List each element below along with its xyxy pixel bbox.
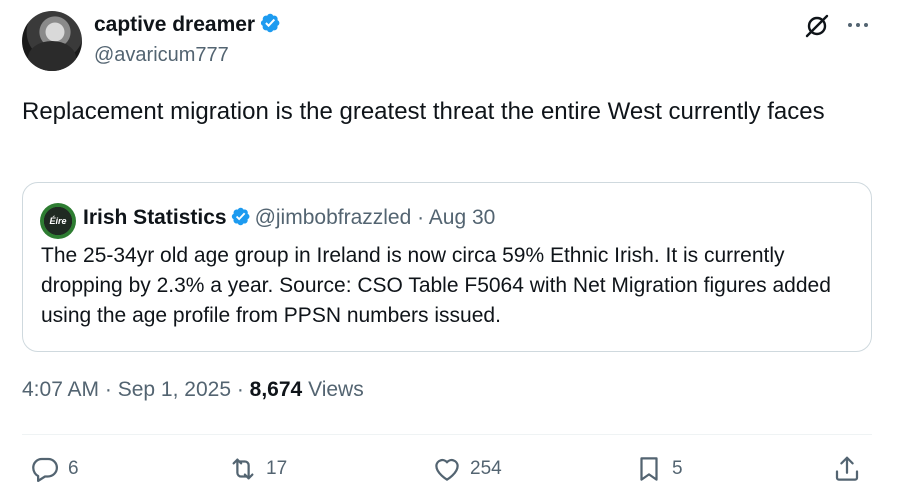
tweet-time[interactable]: 4:07 AM (22, 378, 99, 401)
bookmark-button[interactable]: 5 (634, 452, 683, 486)
quote-handle[interactable]: @jimbobfrazzled (255, 206, 412, 229)
quote-verified-badge-icon (231, 207, 250, 226)
meta-separator-2: · (231, 378, 250, 401)
share-icon (835, 456, 859, 481)
divider (22, 434, 872, 435)
quote-header: Irish Statistics @jimbobfrazzled · Aug 3… (83, 206, 495, 230)
bookmark-count: 5 (672, 458, 683, 479)
reply-icon (32, 457, 58, 482)
tweet-text: Replacement migration is the greatest th… (22, 98, 825, 125)
views-label: Views (308, 378, 364, 401)
author-handle[interactable]: @avaricum777 (94, 44, 229, 67)
quote-date[interactable]: Aug 30 (429, 206, 496, 229)
quote-text: The 25-34yr old age group in Ireland is … (41, 244, 831, 327)
tweet: captive dreamer @avaricum777 Replacement… (0, 0, 902, 500)
more-icon[interactable] (845, 14, 871, 36)
tweet-meta: 4:07 AM · Sep 1, 2025 · 8,674 Views (22, 378, 364, 402)
author-display-name[interactable]: captive dreamer (94, 13, 255, 36)
like-button[interactable]: 254 (432, 452, 502, 486)
meta-separator: · (99, 378, 118, 401)
grok-icon[interactable] (803, 12, 831, 40)
share-button[interactable] (832, 452, 870, 486)
author-avatar[interactable] (22, 11, 82, 71)
like-icon (435, 458, 459, 481)
quoted-tweet[interactable]: Éire Irish Statistics @jimbobfrazzled · … (22, 182, 872, 352)
retweet-button[interactable]: 17 (228, 452, 287, 486)
retweet-icon (232, 458, 254, 480)
reply-button[interactable]: 6 (30, 452, 79, 486)
reply-count: 6 (68, 458, 79, 479)
quote-separator: · (411, 206, 429, 229)
author-display-name-row[interactable]: captive dreamer (94, 12, 281, 37)
tweet-date[interactable]: Sep 1, 2025 (118, 378, 231, 401)
quote-display-name[interactable]: Irish Statistics (83, 206, 227, 229)
like-count: 254 (470, 458, 502, 479)
views-count: 8,674 (249, 378, 303, 401)
bookmark-icon (640, 457, 658, 481)
quote-avatar[interactable]: Éire (40, 203, 76, 239)
verified-badge-icon (260, 13, 280, 33)
quote-avatar-text: Éire (49, 216, 67, 226)
retweet-count: 17 (266, 458, 288, 479)
